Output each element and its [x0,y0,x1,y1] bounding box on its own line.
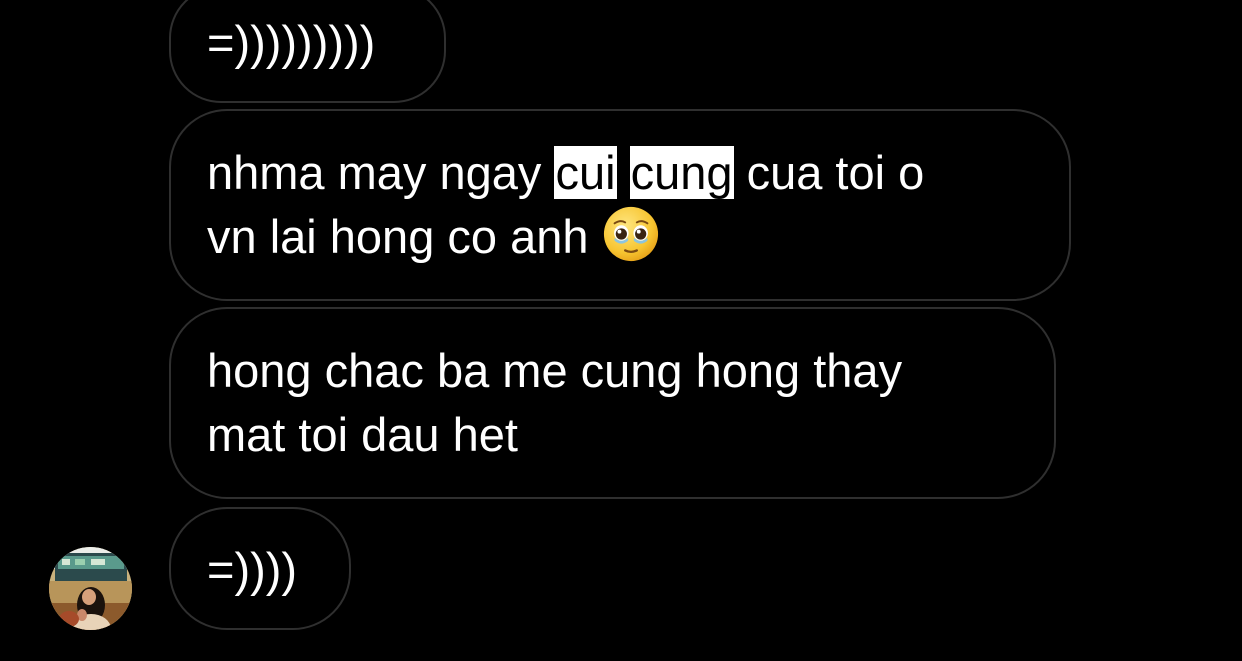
message-text: =)))) [207,543,298,596]
message-bubble[interactable]: =)))) [169,507,351,630]
selected-text: cung [629,146,734,199]
message-bubble[interactable]: hong chac ba me cung hong thay mat toi d… [169,307,1056,499]
message-line: vn lai hong co anh [207,205,1039,269]
message-text: cua toi o [733,146,925,199]
selected-text: cui [554,146,617,199]
message-bubble[interactable]: nhma may ngay cui cung cua toi o vn lai … [169,109,1071,301]
message-bubble[interactable]: =))))))))) [169,0,446,103]
message-line: mat toi dau het [207,403,1024,467]
avatar[interactable] [49,547,132,630]
message-text [617,146,630,199]
message-text: vn lai hong co anh [207,210,602,263]
message-text: mat toi dau het [207,408,518,461]
message-text: nhma may ngay [207,146,555,199]
face-holding-back-tears-icon [603,206,658,262]
message-line: hong chac ba me cung hong thay [207,339,1024,403]
message-text: =))))))))) [207,16,376,69]
profile-photo-icon [49,547,132,630]
message-line: nhma may ngay cui cung cua toi o [207,141,1039,205]
message-text: hong chac ba me cung hong thay [207,344,903,397]
